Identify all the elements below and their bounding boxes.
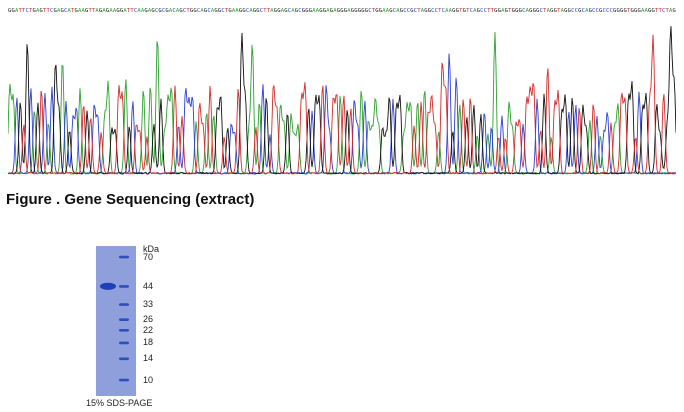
ladder-label: 18 [143, 337, 154, 348]
ladder-label: 14 [143, 353, 154, 364]
chromatogram-trace-A [7, 32, 677, 175]
ladder-label: 22 [143, 324, 154, 335]
ladder-label: 26 [143, 314, 154, 325]
ladder-band [119, 303, 129, 306]
chromatogram-trace-T [7, 34, 677, 175]
ladder-band [119, 285, 129, 288]
gel-background [96, 246, 136, 396]
chromatogram-traces [7, 26, 677, 175]
ladder-label: 70 [143, 251, 154, 262]
ladder-band [119, 255, 129, 259]
ladder-label: 10 [143, 374, 154, 385]
ladder-band [119, 329, 129, 332]
gel-caption: 15% SDS-PAGE [86, 398, 153, 408]
sequence-base-strip: GGATTCTGAGTTCGAGCATGAAGTTAGAGAAGGATTCAAG… [8, 2, 676, 14]
sequence-base-letters: GGATTCTGAGTTCGAGCATGAAGTTAGAGAAGGATTCAAG… [8, 8, 676, 14]
chromatogram-trace-C [7, 53, 677, 175]
figure-caption: Figure . Gene Sequencing (extract) [6, 191, 255, 208]
sds-page-gel [92, 246, 140, 396]
ladder-band [119, 357, 129, 361]
sample-band [100, 282, 116, 290]
gel-lanes [96, 246, 136, 396]
sequencing-chromatogram [7, 14, 677, 180]
ladder-band [119, 318, 129, 321]
ladder-label: 33 [143, 299, 154, 309]
chromatogram-trace-G [8, 26, 677, 175]
ladder-label: 44 [143, 280, 154, 291]
ladder-band [119, 378, 129, 382]
ladder-band [119, 341, 129, 345]
